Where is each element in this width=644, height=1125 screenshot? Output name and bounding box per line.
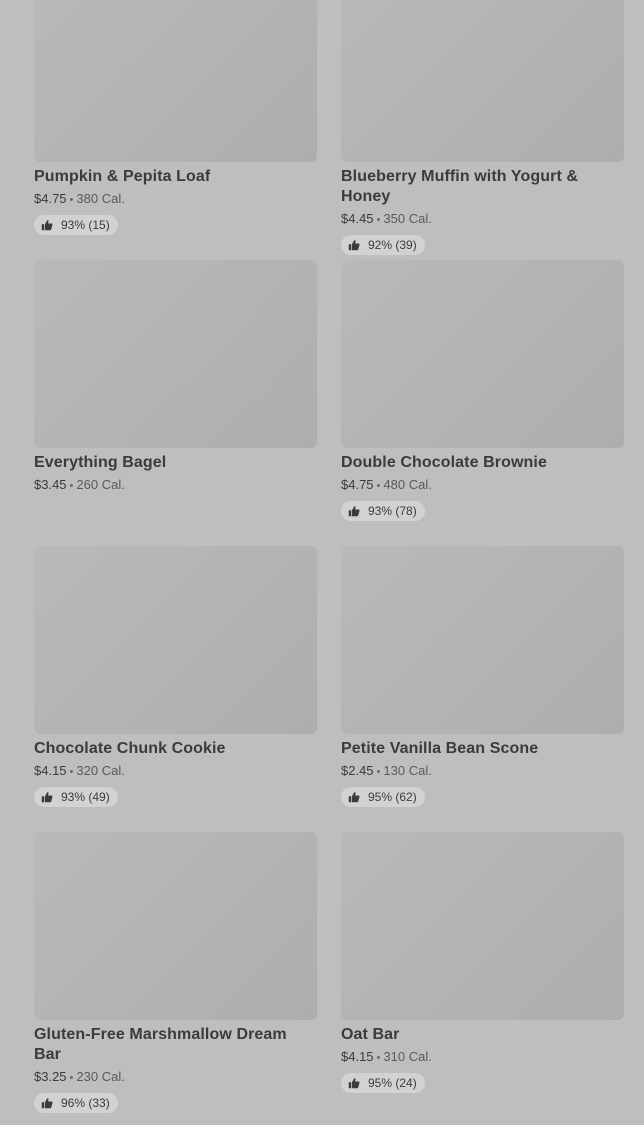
item-price: $4.45	[341, 211, 374, 226]
item-meta: $4.45 • 350 Cal.	[341, 210, 624, 229]
thumbs-up-icon	[348, 505, 360, 517]
separator-dot: •	[376, 214, 381, 226]
separator-dot: •	[69, 194, 74, 206]
separator-dot: •	[69, 1072, 74, 1084]
item-name[interactable]: Chocolate Chunk Cookie	[34, 739, 317, 759]
thumbs-up-icon	[348, 239, 360, 251]
item-calories: 130 Cal.	[383, 763, 432, 778]
rating-badge: 95% (62)	[341, 787, 425, 807]
item-price: $4.15	[34, 763, 67, 778]
separator-dot: •	[376, 480, 381, 492]
rating-text: 93% (78)	[368, 504, 417, 518]
item-name[interactable]: Pumpkin & Pepita Loaf	[34, 167, 317, 187]
item-name[interactable]: Petite Vanilla Bean Scone	[341, 739, 624, 759]
menu-item-grid: Pumpkin & Pepita Loaf $4.75 • 380 Cal. 93%…	[34, 0, 624, 1118]
rating-badge: 92% (39)	[341, 235, 425, 255]
item-calories: 320 Cal.	[76, 763, 125, 778]
thumbs-up-icon	[348, 791, 360, 803]
thumbs-up-icon	[41, 1097, 53, 1109]
menu-item-card[interactable]: Pumpkin & Pepita Loaf $4.75 • 380 Cal. 93%…	[34, 0, 317, 260]
item-price: $3.45	[34, 477, 67, 492]
item-meta: $4.15 • 310 Cal.	[341, 1048, 624, 1067]
item-calories: 230 Cal.	[76, 1069, 125, 1084]
rating-text: 95% (62)	[368, 790, 417, 804]
item-price: $4.75	[341, 477, 374, 492]
item-image[interactable]	[34, 260, 317, 448]
item-image[interactable]	[341, 0, 624, 162]
item-calories: 310 Cal.	[383, 1049, 432, 1064]
item-image[interactable]	[341, 260, 624, 448]
rating-badge: 93% (78)	[341, 501, 425, 521]
item-price: $3.25	[34, 1069, 67, 1084]
menu-item-card[interactable]: Gluten-Free Marshmallow Dream Bar $3.25 •…	[34, 832, 317, 1118]
item-image[interactable]	[34, 0, 317, 162]
rating-badge: 93% (49)	[34, 787, 118, 807]
item-meta: $4.15 • 320 Cal.	[34, 762, 317, 781]
item-calories: 480 Cal.	[383, 477, 432, 492]
item-name[interactable]: Blueberry Muffin with Yogurt & Honey	[341, 167, 624, 207]
menu-item-card[interactable]: Oat Bar $4.15 • 310 Cal. 95% (24)	[341, 832, 624, 1118]
rating-text: 93% (15)	[61, 218, 110, 232]
item-calories: 350 Cal.	[383, 211, 432, 226]
item-image[interactable]	[341, 832, 624, 1020]
item-name[interactable]: Gluten-Free Marshmallow Dream Bar	[34, 1025, 317, 1065]
menu-item-card[interactable]: Blueberry Muffin with Yogurt & Honey $4.…	[341, 0, 624, 260]
item-meta: $2.45 • 130 Cal.	[341, 762, 624, 781]
item-meta: $3.45 • 260 Cal.	[34, 476, 317, 495]
separator-dot: •	[376, 766, 381, 778]
thumbs-up-icon	[41, 219, 53, 231]
item-price: $2.45	[341, 763, 374, 778]
item-name[interactable]: Everything Bagel	[34, 453, 317, 473]
item-calories: 380 Cal.	[76, 191, 125, 206]
menu-item-card[interactable]: Petite Vanilla Bean Scone $2.45 • 130 Cal.…	[341, 546, 624, 832]
rating-text: 96% (33)	[61, 1096, 110, 1110]
menu-item-card[interactable]: Double Chocolate Brownie $4.75 • 480 Cal. …	[341, 260, 624, 546]
rating-text: 93% (49)	[61, 790, 110, 804]
item-name[interactable]: Double Chocolate Brownie	[341, 453, 624, 473]
rating-badge: 93% (15)	[34, 215, 118, 235]
item-image[interactable]	[341, 546, 624, 734]
item-image[interactable]	[34, 832, 317, 1020]
item-meta: $4.75 • 380 Cal.	[34, 190, 317, 209]
item-meta: $3.25 • 230 Cal.	[34, 1068, 317, 1087]
rating-text: 95% (24)	[368, 1076, 417, 1090]
separator-dot: •	[376, 1052, 381, 1064]
menu-item-card[interactable]: Chocolate Chunk Cookie $4.15 • 320 Cal. 93…	[34, 546, 317, 832]
item-image[interactable]	[34, 546, 317, 734]
separator-dot: •	[69, 480, 74, 492]
thumbs-up-icon	[348, 1077, 360, 1089]
menu-item-card[interactable]: Everything Bagel $3.45 • 260 Cal.	[34, 260, 317, 546]
rating-text: 92% (39)	[368, 238, 417, 252]
item-meta: $4.75 • 480 Cal.	[341, 476, 624, 495]
item-name[interactable]: Oat Bar	[341, 1025, 624, 1045]
thumbs-up-icon	[41, 791, 53, 803]
rating-badge: 96% (33)	[34, 1093, 118, 1113]
item-calories: 260 Cal.	[76, 477, 125, 492]
item-price: $4.15	[341, 1049, 374, 1064]
item-price: $4.75	[34, 191, 67, 206]
rating-badge: 95% (24)	[341, 1073, 425, 1093]
separator-dot: •	[69, 766, 74, 778]
